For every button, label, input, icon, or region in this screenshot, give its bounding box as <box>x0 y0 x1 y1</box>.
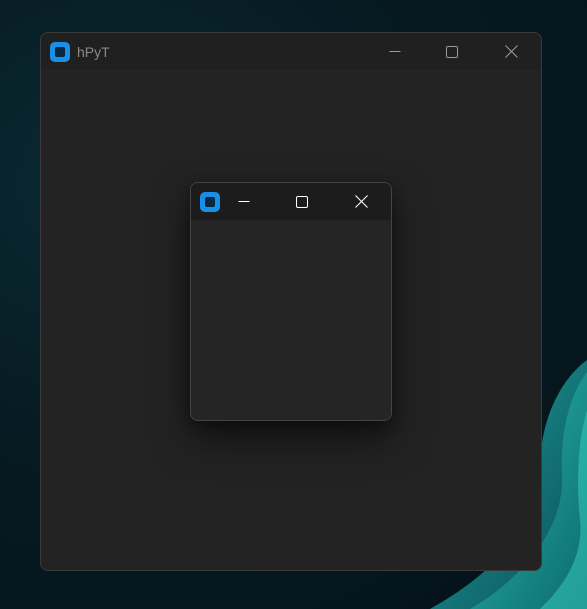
child-window[interactable] <box>190 182 392 421</box>
child-titlebar[interactable] <box>191 183 391 220</box>
app-icon <box>200 191 220 212</box>
close-icon <box>354 195 368 208</box>
child-window-content <box>191 220 391 420</box>
maximize-icon <box>296 195 308 208</box>
close-button[interactable] <box>488 33 534 70</box>
close-button[interactable] <box>338 183 384 220</box>
app-icon <box>50 41 70 62</box>
minimize-button[interactable] <box>372 33 418 70</box>
close-icon <box>504 45 518 58</box>
minimize-icon <box>238 200 250 202</box>
main-titlebar[interactable]: hPyT <box>41 33 541 70</box>
maximize-button[interactable] <box>279 183 325 220</box>
minimize-button[interactable] <box>221 183 267 220</box>
window-title: hPyT <box>77 43 110 60</box>
maximize-button[interactable] <box>429 33 475 70</box>
maximize-icon <box>446 45 458 58</box>
minimize-icon <box>389 50 401 52</box>
